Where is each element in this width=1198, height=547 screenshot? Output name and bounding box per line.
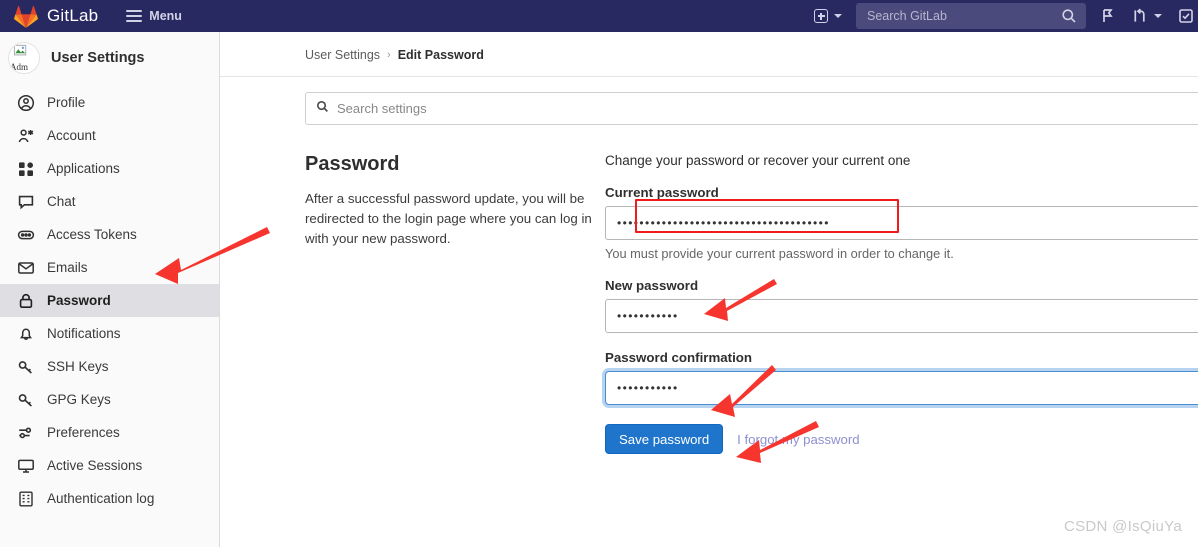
forgot-password-link[interactable]: I forgot my password <box>737 432 859 447</box>
lock-icon <box>17 292 35 310</box>
log-list-icon <box>17 490 35 508</box>
sidebar-item-applications[interactable]: Applications <box>0 152 219 185</box>
monitor-icon <box>17 457 35 475</box>
sidebar-item-label: SSH Keys <box>47 359 109 374</box>
current-password-group: Current password •••••••••••••••••••••••… <box>605 185 1198 261</box>
sidebar-title: User Settings <box>51 50 145 66</box>
issues-button[interactable] <box>1092 0 1124 32</box>
search-icon <box>1061 8 1077 24</box>
sidebar-item-label: Profile <box>47 95 86 110</box>
chevron-down-icon <box>1154 14 1162 18</box>
bell-icon <box>17 325 35 343</box>
current-password-value: •••••••••••••••••••••••••••••••••••••• <box>617 216 830 230</box>
hamburger-icon <box>126 10 143 22</box>
watermark: CSDN @IsQiuYa <box>1063 518 1182 535</box>
chat-bubble-icon <box>17 193 35 211</box>
password-confirmation-group: Password confirmation ••••••••••• <box>605 350 1198 405</box>
broken-image-icon <box>13 44 27 56</box>
merge-requests-button[interactable] <box>1124 0 1170 32</box>
save-password-button[interactable]: Save password <box>605 424 724 454</box>
navbar-brand-label: GitLab <box>47 6 99 25</box>
chevron-down-icon <box>834 14 842 18</box>
sidebar-item-ssh-keys[interactable]: SSH Keys <box>0 350 219 383</box>
sidebar-item-password[interactable]: Password <box>0 284 219 317</box>
envelope-icon <box>17 259 35 277</box>
navbar-menu-label: Menu <box>149 9 182 23</box>
avatar-alt-text: Adm <box>10 62 28 72</box>
sidebar-item-label: Active Sessions <box>47 458 143 473</box>
navbar-right-group: Search GitLab <box>806 0 1198 32</box>
navbar-search-placeholder: Search GitLab <box>867 9 947 23</box>
user-circle-icon <box>17 94 35 112</box>
search-icon <box>316 100 329 118</box>
avatar[interactable]: Adm <box>8 42 40 74</box>
current-password-label: Current password <box>605 185 719 200</box>
user-settings-sidebar: Adm User Settings Profile Account Applic… <box>0 32 220 547</box>
current-password-help: You must provide your current password i… <box>605 246 954 261</box>
sidebar-item-account[interactable]: Account <box>0 119 219 152</box>
applications-icon <box>17 160 35 178</box>
top-navbar: GitLab Menu Search GitLab <box>0 0 1198 32</box>
sidebar-item-profile[interactable]: Profile <box>0 86 219 119</box>
sidebar-item-label: Access Tokens <box>47 227 137 242</box>
gitlab-tanuki-logo-icon <box>14 5 38 28</box>
current-password-field[interactable]: •••••••••••••••••••••••••••••••••••••• <box>605 206 1198 240</box>
sliders-icon <box>17 424 35 442</box>
panel-description-column: Password After a successful password upd… <box>305 153 605 454</box>
user-settings-icon <box>17 127 35 145</box>
sidebar-item-label: GPG Keys <box>47 392 111 407</box>
sidebar-item-label: Chat <box>47 194 76 209</box>
merge-request-icon <box>1132 8 1148 24</box>
main-content: User Settings › Edit Password Search set… <box>220 32 1198 547</box>
sidebar-item-label: Applications <box>47 161 120 176</box>
password-confirmation-field[interactable]: ••••••••••• <box>605 371 1198 405</box>
breadcrumb-current: Edit Password <box>397 48 484 62</box>
issues-icon <box>1100 8 1116 24</box>
sidebar-item-label: Emails <box>47 260 88 275</box>
sidebar-item-label: Preferences <box>47 425 120 440</box>
new-password-group: New password ••••••••••• <box>605 278 1198 333</box>
token-icon <box>17 226 35 244</box>
password-confirmation-label: Password confirmation <box>605 350 753 365</box>
sidebar-item-chat[interactable]: Chat <box>0 185 219 218</box>
breadcrumb: User Settings › Edit Password <box>220 32 1198 77</box>
sidebar-item-label: Authentication log <box>47 491 155 506</box>
password-form: Change your password or recover your cur… <box>605 153 1198 454</box>
navbar-search-input[interactable]: Search GitLab <box>856 3 1086 29</box>
breadcrumb-separator-icon: › <box>387 49 391 61</box>
password-settings-panel: Password After a successful password upd… <box>305 153 1198 454</box>
sidebar-item-gpg-keys[interactable]: GPG Keys <box>0 383 219 416</box>
breadcrumb-root[interactable]: User Settings <box>305 48 380 62</box>
new-password-value: ••••••••••• <box>617 309 679 323</box>
create-new-button[interactable] <box>806 0 850 32</box>
new-password-label: New password <box>605 278 699 293</box>
navbar-brand[interactable]: GitLab <box>14 5 98 28</box>
todos-button[interactable] <box>1170 0 1198 32</box>
new-password-field[interactable]: ••••••••••• <box>605 299 1198 333</box>
sidebar-item-label: Password <box>47 293 111 308</box>
sidebar-item-emails[interactable]: Emails <box>0 251 219 284</box>
plus-square-icon <box>814 9 828 23</box>
sidebar-item-preferences[interactable]: Preferences <box>0 416 219 449</box>
sidebar-item-label: Account <box>47 128 96 143</box>
panel-description: After a successful password update, you … <box>305 191 592 247</box>
sidebar-item-active-sessions[interactable]: Active Sessions <box>0 449 219 482</box>
settings-search-placeholder: Search settings <box>337 101 427 116</box>
navbar-menu-button[interactable]: Menu <box>120 5 188 27</box>
key-icon <box>17 391 35 409</box>
form-legend: Change your password or recover your cur… <box>605 153 911 168</box>
settings-search-input[interactable]: Search settings <box>305 92 1198 125</box>
form-actions: Save password I forgot my password <box>605 424 1198 454</box>
password-confirmation-value: ••••••••••• <box>617 381 679 395</box>
page-title: Password <box>305 153 400 175</box>
sidebar-item-access-tokens[interactable]: Access Tokens <box>0 218 219 251</box>
gitlab-user-settings-page: GitLab Menu Search GitLab Adm User Setti… <box>0 0 1198 547</box>
todo-list-icon <box>1178 8 1194 24</box>
sidebar-item-notifications[interactable]: Notifications <box>0 317 219 350</box>
key-icon <box>17 358 35 376</box>
sidebar-item-label: Notifications <box>47 326 121 341</box>
sidebar-item-authentication-log[interactable]: Authentication log <box>0 482 219 515</box>
sidebar-nav-list: Profile Account Applications Chat Access… <box>0 84 219 515</box>
sidebar-header: Adm User Settings <box>0 32 219 84</box>
